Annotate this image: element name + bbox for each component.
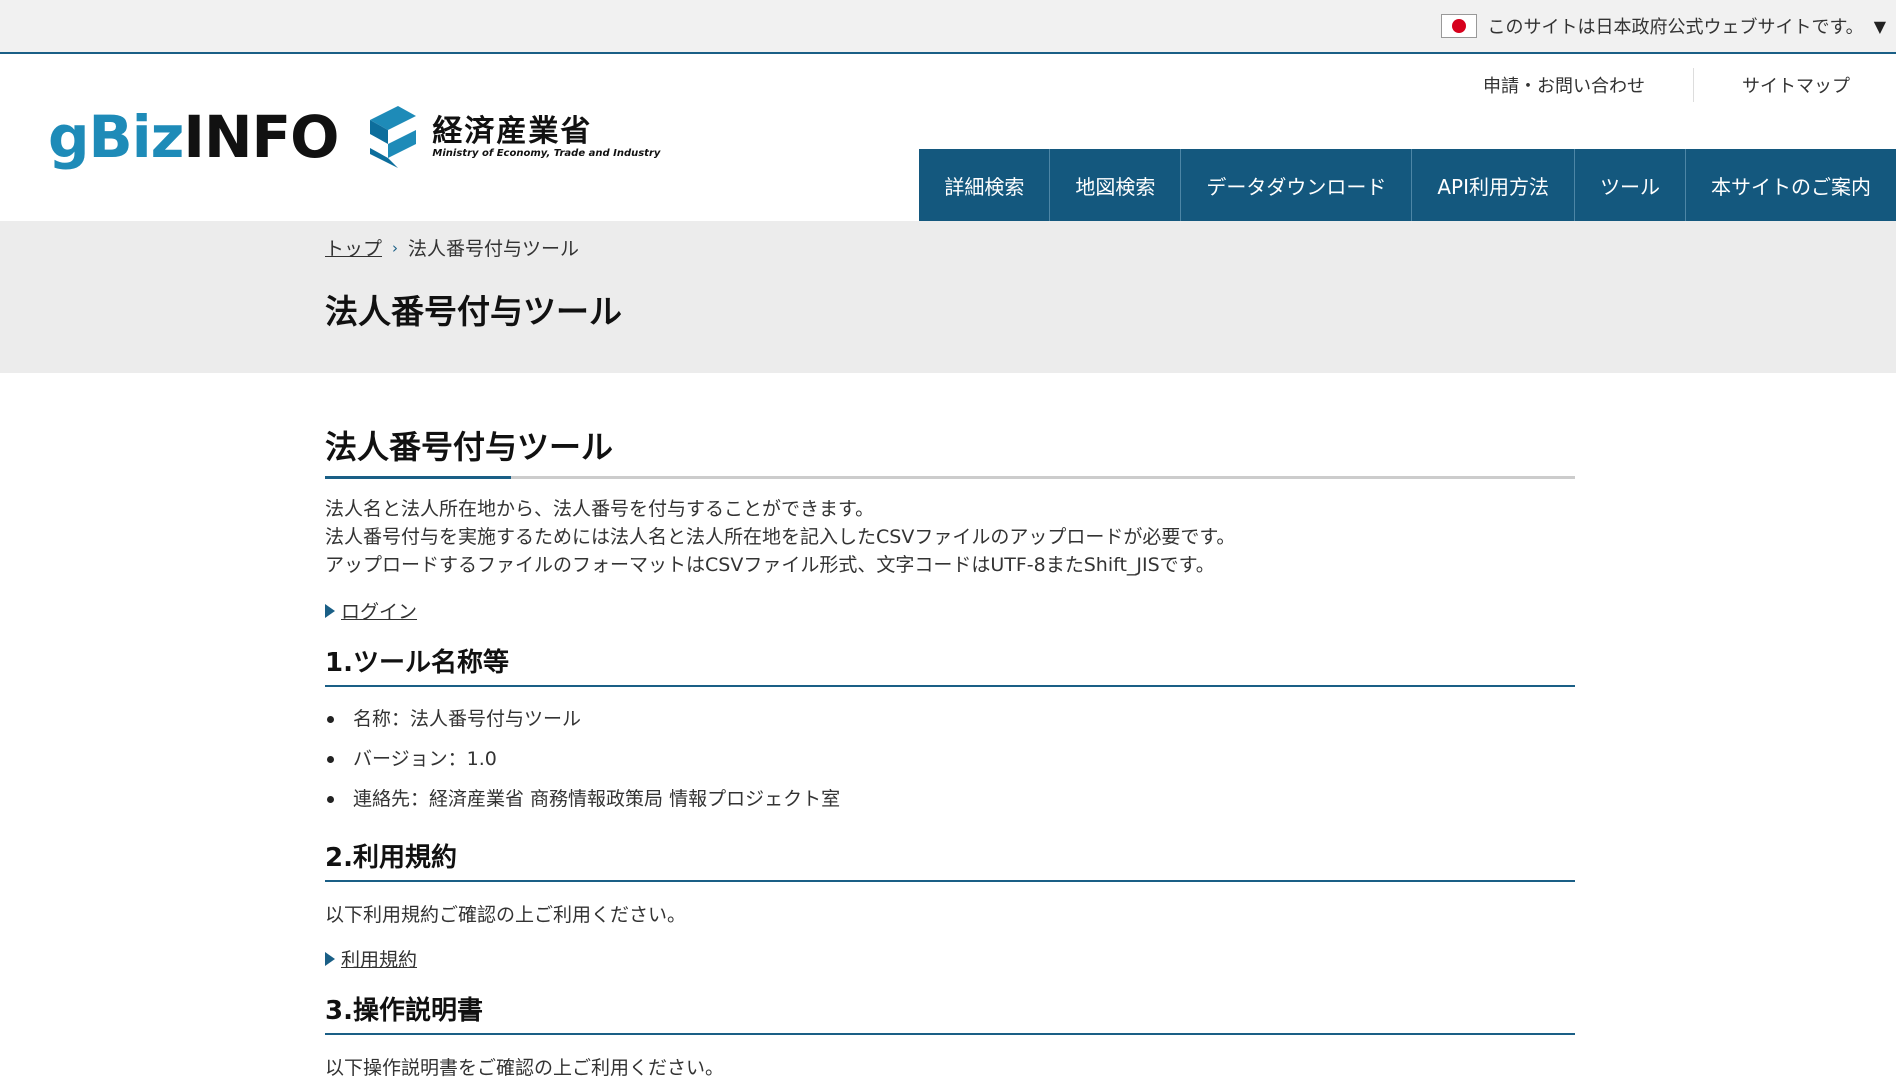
manual-text: 以下操作説明書をご確認の上ご利用ください。 [325, 1057, 725, 1079]
intro-line-1: 法人名と法人所在地から、法人番号を付与することができます。 [325, 498, 875, 520]
list-item: 連絡先：経済産業省 商務情報政策局 情報プロジェクト室 [325, 779, 1575, 819]
meti-emblem-icon [370, 106, 417, 168]
section-tool-info-heading: 1.ツール名称等 [325, 642, 1575, 687]
nav-detail-search[interactable]: 詳細検索 [919, 149, 1050, 221]
breadcrumb-separator-icon: › [392, 238, 399, 257]
gov-banner: このサイトは日本政府公式ウェブサイトです。 ▼ [0, 0, 1896, 54]
chevron-down-icon[interactable]: ▼ [1874, 17, 1886, 36]
intro-line-3: アップロードするファイルのフォーマットはCSVファイル形式、文字コードはUTF-… [325, 554, 1215, 576]
page-title: 法人番号付与ツール [325, 292, 622, 331]
nav-map-search[interactable]: 地図検索 [1049, 149, 1181, 221]
intro-line-2: 法人番号付与を実施するためには法人名と法人所在地を記入したCSVファイルのアップ… [325, 526, 1236, 548]
meti-logo[interactable]: 経済産業省 Ministry of Economy, Trade and Ind… [364, 104, 660, 170]
utility-links: 申請・お問い合わせ サイトマップ [1435, 68, 1896, 102]
breadcrumb: トップ › 法人番号付与ツール [325, 234, 579, 261]
gov-banner-content[interactable]: このサイトは日本政府公式ウェブサイトです。 ▼ [1441, 0, 1886, 52]
triangle-right-icon [325, 603, 335, 618]
main-nav: 詳細検索 地図検索 データダウンロード API利用方法 ツール 本サイトのご案内 [919, 149, 1896, 221]
main-content: 法人番号付与ツール 法人名と法人所在地から、法人番号を付与することができます。 … [325, 422, 1575, 1080]
intro-text: 法人名と法人所在地から、法人番号を付与することができます。 法人番号付与を実施す… [325, 495, 1575, 579]
section-manual-heading: 3.操作説明書 [325, 990, 1575, 1035]
nav-api-usage[interactable]: API利用方法 [1411, 149, 1574, 221]
terms-link-row: 利用規約 [325, 945, 1575, 972]
content-heading: 法人番号付与ツール [325, 422, 1575, 479]
meti-name-jp: 経済産業省 [432, 114, 593, 149]
terms-text: 以下利用規約ご確認の上ご利用ください。 [325, 904, 687, 926]
login-link-row: ログイン [325, 597, 1575, 624]
japan-flag-icon [1441, 14, 1478, 38]
breadcrumb-home-link[interactable]: トップ [325, 234, 382, 261]
meti-name-en: Ministry of Economy, Trade and Industry [432, 148, 661, 159]
triangle-right-icon [325, 951, 335, 966]
contact-link[interactable]: 申請・お問い合わせ [1435, 68, 1693, 102]
tool-info-list: 名称：法人番号付与ツール バージョン：1.0 連絡先：経済産業省 商務情報政策局… [325, 699, 1575, 819]
gbizinfo-logo[interactable]: gBizINFO [48, 108, 339, 166]
list-item: 名称：法人番号付与ツール [325, 699, 1575, 739]
login-link[interactable]: ログイン [341, 597, 417, 624]
nav-site-guide[interactable]: 本サイトのご案内 [1685, 149, 1896, 221]
site-header: gBizINFO 経済産業省 Ministry of Economy, Trad… [0, 54, 1896, 221]
nav-tools[interactable]: ツール [1574, 149, 1685, 221]
breadcrumb-current: 法人番号付与ツール [408, 238, 580, 260]
list-item: バージョン：1.0 [325, 739, 1575, 779]
nav-data-download[interactable]: データダウンロード [1180, 149, 1412, 221]
sitemap-link[interactable]: サイトマップ [1693, 68, 1896, 102]
title-band: トップ › 法人番号付与ツール 法人番号付与ツール [0, 221, 1896, 373]
terms-link[interactable]: 利用規約 [341, 945, 417, 972]
site-logo[interactable]: gBizINFO 経済産業省 Ministry of Economy, Trad… [48, 104, 660, 170]
section-terms-heading: 2.利用規約 [325, 837, 1575, 882]
gov-banner-text: このサイトは日本政府公式ウェブサイトです。 [1487, 17, 1864, 38]
